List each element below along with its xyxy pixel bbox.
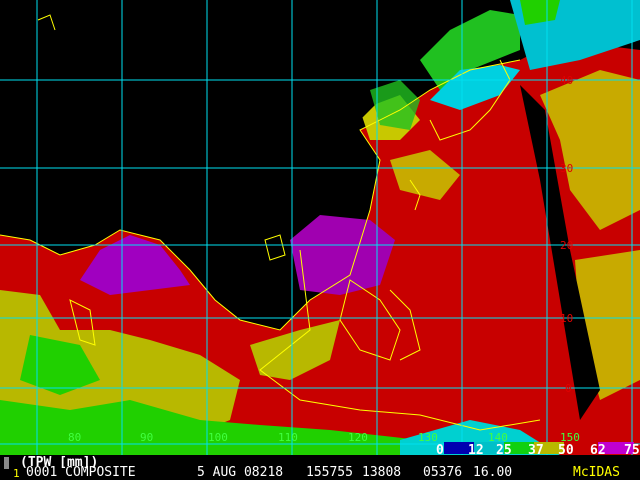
lon-label: 110 <box>278 431 298 444</box>
image-resolution: 16.00 <box>473 465 513 480</box>
lat-label: 40 <box>560 74 574 87</box>
image-source: 0001 COMPOSITE <box>26 465 136 480</box>
lon-label: 80 <box>68 431 82 444</box>
tpw-field <box>0 0 640 455</box>
image-line: 13808 <box>362 465 402 480</box>
image-date: 5 AUG 08218 <box>197 465 284 480</box>
lat-label: 10 <box>560 312 574 325</box>
satellite-image-viewer: 40 30 20 10 0 80 90 100 110 120 130 140 … <box>0 0 640 480</box>
status-bar: (TPW [mm]) 1 0001 COMPOSITE 5 AUG 08218 … <box>0 455 640 480</box>
lon-label: 130 <box>418 431 438 444</box>
image-element: 05376 <box>423 465 463 480</box>
lat-label: 20 <box>560 239 574 252</box>
lon-label: 100 <box>208 431 228 444</box>
mcidas-brand: McIDAS <box>573 465 620 480</box>
lat-label: 30 <box>560 162 574 175</box>
tpw-map <box>0 0 640 455</box>
lat-label: 0 <box>565 382 572 395</box>
image-time: 155755 <box>306 465 353 480</box>
frame-number: 1 <box>13 467 20 480</box>
frame-indicator <box>4 457 9 469</box>
lon-label: 90 <box>140 431 154 444</box>
lon-label: 120 <box>348 431 368 444</box>
